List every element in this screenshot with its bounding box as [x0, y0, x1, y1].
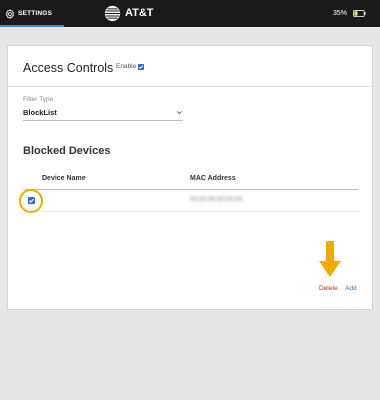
highlight-circle-annotation	[19, 189, 43, 213]
column-header-mac-address: MAC Address	[190, 175, 236, 182]
enable-toggle[interactable]: Enable	[116, 63, 145, 70]
mac-address-cell: 00:00:00:00:00:00	[190, 196, 243, 203]
brand-name: AT&T	[125, 7, 154, 19]
add-button[interactable]: Add	[345, 285, 357, 292]
top-bar: SETTINGS AT&T 35%	[0, 0, 380, 27]
table-header-divider	[23, 189, 359, 190]
page-title: Access Controls	[23, 61, 114, 75]
checkmark-icon	[139, 64, 144, 69]
tab-settings[interactable]: SETTINGS	[0, 0, 64, 27]
column-header-device-name: Device Name	[42, 175, 86, 182]
filter-type-value: BlockList	[23, 108, 57, 117]
battery-status: 35%	[333, 6, 366, 20]
table-row-divider	[23, 211, 359, 212]
active-tab-indicator	[0, 25, 64, 27]
tab-settings-label: SETTINGS	[18, 10, 53, 17]
filter-type-label: Filter Type	[23, 96, 54, 103]
arrow-down-annotation-icon	[319, 241, 341, 277]
access-controls-card: Access Controls Enable Filter Type Block…	[7, 45, 373, 310]
battery-icon	[353, 9, 366, 17]
filter-type-select[interactable]: BlockList	[23, 108, 183, 121]
blocked-devices-title: Blocked Devices	[23, 145, 111, 157]
brand-logo: AT&T	[104, 3, 154, 23]
chevron-down-icon	[177, 111, 182, 115]
enable-label: Enable	[116, 63, 137, 70]
delete-button[interactable]: Delete	[319, 285, 338, 292]
battery-percent: 35%	[332, 9, 347, 17]
gear-icon	[5, 8, 15, 19]
att-globe-icon	[104, 5, 121, 21]
card-header: Access Controls Enable	[8, 46, 372, 87]
enable-checkbox[interactable]	[138, 63, 145, 70]
